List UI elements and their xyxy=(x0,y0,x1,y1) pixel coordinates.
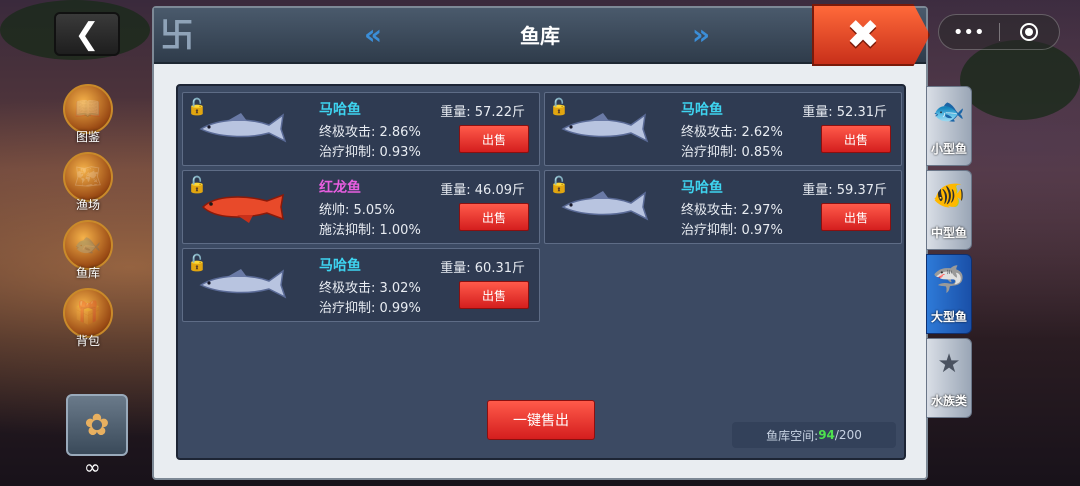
page-title: 鱼库 xyxy=(520,24,560,48)
title-bar: 卐 鱼库 « » xyxy=(154,8,926,64)
small-fish-icon: 🐟 xyxy=(932,97,966,127)
category-tabs: 🐟 小型鱼 🐠 中型鱼 🦈 大型鱼 ★ 水族类 xyxy=(926,86,974,422)
fish-name: 红龙鱼 xyxy=(319,180,361,196)
salmon-fish-icon xyxy=(561,113,649,143)
tab-small-fish[interactable]: 🐟 小型鱼 xyxy=(926,86,972,166)
fish-weight: 重量: 57.22斤 xyxy=(440,105,525,120)
fishbowl-icon: 🐟 xyxy=(63,220,113,270)
fish-stat: 治疗抑制: 0.97% xyxy=(681,223,783,238)
back-button[interactable]: ❮ xyxy=(54,12,120,56)
sell-button[interactable]: 出售 xyxy=(821,125,891,153)
side-menu-item[interactable]: 🐟 鱼库 xyxy=(60,220,116,281)
map-icon: 🗺 xyxy=(63,152,113,202)
character-avatar[interactable]: ✿ xyxy=(66,394,128,456)
fish-stat: 治疗抑制: 0.93% xyxy=(319,145,421,160)
fish-weight: 重量: 52.31斤 xyxy=(802,105,887,120)
fish-name: 马哈鱼 xyxy=(319,258,361,274)
sell-button[interactable]: 出售 xyxy=(459,125,529,153)
sell-all-button[interactable]: 一键售出 xyxy=(487,400,595,440)
tab-label: 小型鱼 xyxy=(930,142,967,156)
fish-card: 🔓 红龙鱼 重量: 46.09斤 统帅: 5.05% 施法抑制: 1.00% 出… xyxy=(182,170,540,244)
tab-label: 中型鱼 xyxy=(930,226,967,240)
fish-name: 马哈鱼 xyxy=(319,102,361,118)
fish-stat: 终极攻击: 2.97% xyxy=(681,203,783,218)
fish-card: 🔓 马哈鱼 重量: 57.22斤 终极攻击: 2.86% 治疗抑制: 0.93%… xyxy=(182,92,540,166)
starfish-icon: ★ xyxy=(937,349,961,379)
side-menu-item[interactable]: 🎁 背包 xyxy=(60,288,116,349)
tab-medium-fish[interactable]: 🐠 中型鱼 xyxy=(926,170,972,250)
salmon-fish-icon xyxy=(199,269,287,299)
fish-weight: 重量: 59.37斤 xyxy=(802,183,887,198)
fish-weight: 重量: 60.31斤 xyxy=(440,261,525,276)
exit-mini-program-button[interactable] xyxy=(1000,15,1060,49)
side-menu-label: 背包 xyxy=(75,334,100,348)
fish-card: 🔓 马哈鱼 重量: 59.37斤 终极攻击: 2.97% 治疗抑制: 0.97%… xyxy=(544,170,902,244)
fish-stat: 终极攻击: 2.62% xyxy=(681,125,783,140)
fish-stat: 终极攻击: 3.02% xyxy=(319,281,421,296)
sell-button[interactable]: 出售 xyxy=(821,203,891,231)
fish-storage-panel: 卐 鱼库 « » 🔓 马哈鱼 重量: 57.22斤 终极攻击: 2.86% 治疗… xyxy=(152,6,928,480)
chevron-right-icon: » xyxy=(692,18,711,51)
sell-button[interactable]: 出售 xyxy=(459,203,529,231)
close-icon: ✖ xyxy=(846,12,880,58)
target-icon xyxy=(1020,23,1039,41)
sell-button[interactable]: 出售 xyxy=(459,281,529,309)
bag-icon: 🎁 xyxy=(63,288,113,338)
shark-icon: 🦈 xyxy=(932,265,966,295)
side-menu-label: 渔场 xyxy=(75,198,100,212)
side-menu-item[interactable]: 🗺 渔场 xyxy=(60,152,116,213)
infinity-counter: ∞ xyxy=(84,455,101,479)
fish-name: 马哈鱼 xyxy=(681,180,723,196)
fish-list-area: 🔓 马哈鱼 重量: 57.22斤 终极攻击: 2.86% 治疗抑制: 0.93%… xyxy=(176,84,906,460)
fish-weight: 重量: 46.09斤 xyxy=(440,183,525,198)
storage-capacity: 鱼库空间: 94 /200 xyxy=(732,422,896,448)
fish-stat: 治疗抑制: 0.85% xyxy=(681,145,783,160)
fish-stat: 治疗抑制: 0.99% xyxy=(319,301,421,316)
mini-program-capsule: ••• xyxy=(938,14,1060,50)
fish-name: 马哈鱼 xyxy=(681,102,723,118)
fish-card: 🔓 马哈鱼 重量: 60.31斤 终极攻击: 3.02% 治疗抑制: 0.99%… xyxy=(182,248,540,322)
fish-stat: 统帅: 5.05% xyxy=(319,203,395,218)
arowana-fish-icon xyxy=(201,193,284,223)
capacity-used: 94 xyxy=(818,428,835,442)
fish-stat: 终极攻击: 2.86% xyxy=(319,125,421,140)
fish-card: 🔓 马哈鱼 重量: 52.31斤 终极攻击: 2.62% 治疗抑制: 0.85%… xyxy=(544,92,902,166)
salmon-fish-icon xyxy=(199,113,287,143)
side-menu-label: 图鉴 xyxy=(75,130,100,144)
tab-label: 大型鱼 xyxy=(930,310,967,324)
tab-aquatic[interactable]: ★ 水族类 xyxy=(926,338,972,418)
more-menu-button[interactable]: ••• xyxy=(939,15,999,49)
chevron-left-icon: « xyxy=(364,18,383,51)
close-button[interactable]: ✖ xyxy=(812,4,930,66)
angelfish-icon: 🐠 xyxy=(932,181,966,211)
fish-stat: 施法抑制: 1.00% xyxy=(319,223,421,238)
side-menu-item[interactable]: 📖 图鉴 xyxy=(60,84,116,145)
tab-label: 水族类 xyxy=(930,394,967,408)
side-menu-label: 鱼库 xyxy=(75,266,100,280)
capacity-label: 鱼库空间: xyxy=(766,428,819,443)
book-icon: 📖 xyxy=(63,84,113,134)
tab-large-fish[interactable]: 🦈 大型鱼 xyxy=(926,254,972,334)
salmon-fish-icon xyxy=(561,191,649,221)
capacity-total: /200 xyxy=(834,428,862,442)
palm-leaves xyxy=(960,40,1080,120)
